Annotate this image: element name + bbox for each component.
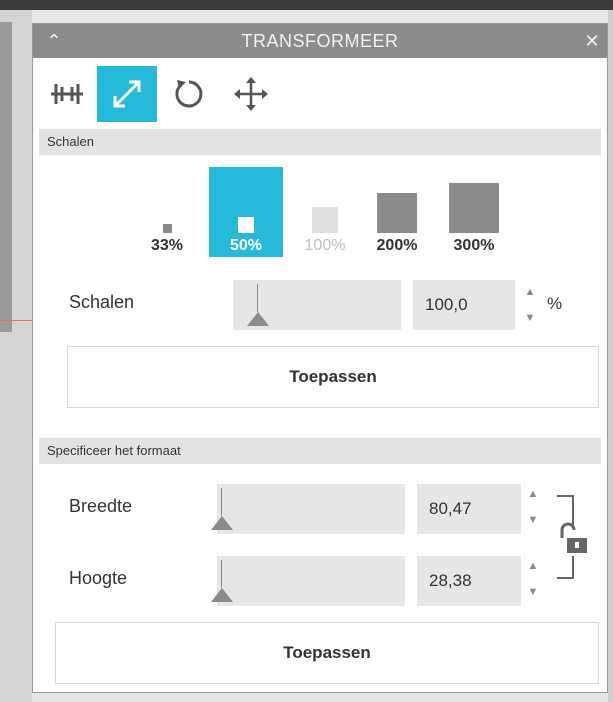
tab-move[interactable]: [221, 66, 281, 122]
slider-tick: [221, 560, 222, 588]
height-label: Hoogte: [69, 568, 128, 588]
spinner-up-icon[interactable]: ▲: [528, 488, 539, 500]
size-section-header: Specificeer het formaat: [39, 438, 601, 464]
panel-title-bar[interactable]: TRANSFORMEER ⌃ ✕: [33, 24, 607, 58]
height-value-field[interactable]: 28,38: [417, 556, 521, 606]
align-icon: [51, 84, 83, 104]
rotate-icon: [175, 80, 203, 108]
scale-section-header: Schalen: [39, 129, 601, 155]
width-label: Breedte: [69, 496, 133, 516]
padlock-open-icon[interactable]: [553, 494, 601, 580]
spinner-down-icon[interactable]: ▼: [528, 586, 539, 598]
preset-300-square: [449, 183, 499, 233]
tab-rotate[interactable]: [159, 66, 219, 122]
spinner-down-icon[interactable]: ▼: [528, 514, 539, 526]
canvas-gray-block: [0, 22, 12, 332]
app-right-strip: [608, 10, 613, 702]
scale-label: Schalen: [69, 292, 135, 312]
preset-200-square: [377, 193, 417, 233]
app-left-area: [0, 10, 32, 702]
size-apply-button[interactable]: Toepassen: [55, 622, 599, 684]
height-slider[interactable]: [211, 556, 405, 606]
width-spinner[interactable]: ▲ ▼: [525, 488, 541, 526]
preset-50-label: 50%: [229, 237, 263, 254]
preset-100-square: [312, 207, 338, 233]
preset-300[interactable]: 300%: [441, 167, 507, 257]
scale-apply-button[interactable]: Toepassen: [67, 346, 599, 408]
preset-100-label: 100%: [304, 237, 346, 254]
slider-thumb[interactable]: [211, 516, 233, 530]
slider-thumb[interactable]: [211, 588, 233, 602]
tab-align[interactable]: [37, 66, 97, 122]
close-icon[interactable]: ✕: [581, 30, 603, 52]
preset-300-label: 300%: [453, 237, 495, 254]
transform-panel: TRANSFORMEER ⌃ ✕ Schalen 33% 50% 100% 20…: [32, 23, 608, 693]
scale-slider[interactable]: [233, 280, 401, 330]
slider-thumb[interactable]: [247, 312, 269, 326]
scale-spinner[interactable]: ▲ ▼: [522, 286, 538, 324]
chevron-up-icon[interactable]: ⌃: [43, 30, 65, 52]
app-top-bar: [0, 0, 613, 10]
panel-title: TRANSFORMEER: [241, 31, 399, 51]
transform-tabs: [33, 58, 607, 122]
slider-tick: [257, 284, 258, 312]
preset-100: 100%: [295, 167, 355, 257]
width-value-field[interactable]: 80,47: [417, 484, 521, 534]
preset-33[interactable]: 33%: [137, 167, 197, 257]
move-icon: [234, 77, 268, 111]
tab-scale[interactable]: [97, 66, 157, 122]
spinner-up-icon[interactable]: ▲: [525, 286, 536, 298]
spinner-down-icon[interactable]: ▼: [525, 312, 536, 324]
preset-50-square: [238, 217, 254, 233]
preset-33-label: 33%: [150, 237, 184, 254]
preset-50[interactable]: 50%: [209, 167, 283, 257]
preset-33-square: [162, 224, 172, 233]
spinner-up-icon[interactable]: ▲: [528, 560, 539, 572]
preset-200[interactable]: 200%: [365, 167, 429, 257]
preset-200-label: 200%: [376, 237, 418, 254]
slider-tick: [221, 488, 222, 516]
width-slider[interactable]: [211, 484, 405, 534]
scale-value-field[interactable]: 100,0: [413, 280, 515, 330]
scale-unit: %: [547, 294, 563, 313]
resize-arrow-icon: [113, 80, 141, 108]
cut-line: [0, 320, 32, 321]
height-spinner[interactable]: ▲ ▼: [525, 560, 541, 598]
